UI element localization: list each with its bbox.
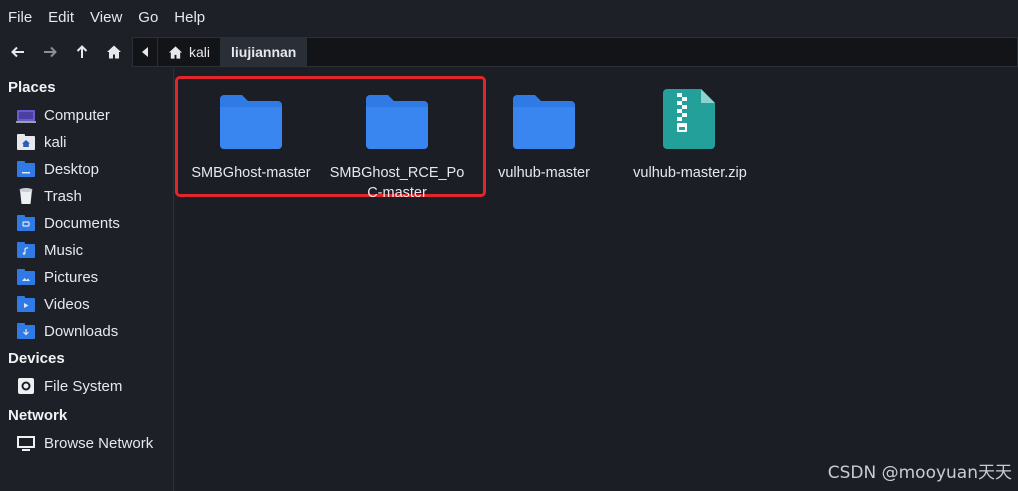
sidebar-item-label: Trash bbox=[44, 187, 82, 205]
videos-folder-icon bbox=[16, 294, 36, 314]
menu-file[interactable]: File bbox=[0, 0, 40, 36]
menu-bar: File Edit View Go Help bbox=[0, 0, 1018, 36]
home-icon bbox=[107, 45, 121, 59]
sidebar-item-file-system[interactable]: File System bbox=[16, 374, 122, 398]
file-item-vulhub-master[interactable]: vulhub-master bbox=[468, 85, 620, 183]
sidebar-item-kali[interactable]: kali bbox=[16, 130, 67, 154]
home-folder-icon bbox=[16, 132, 36, 152]
computer-icon bbox=[16, 105, 36, 125]
sidebar-item-label: File System bbox=[44, 377, 123, 395]
watermark: CSDN @mooyuan天天 bbox=[827, 463, 1012, 483]
caret-left-icon bbox=[142, 47, 148, 57]
breadcrumb-home-label: kali bbox=[189, 44, 211, 60]
menu-edit[interactable]: Edit bbox=[40, 0, 82, 36]
sidebar-item-label: kali bbox=[44, 133, 67, 151]
zip-archive-icon bbox=[614, 85, 766, 149]
sidebar-item-label: Downloads bbox=[44, 322, 119, 340]
menu-go[interactable]: Go bbox=[130, 0, 166, 36]
sidebar-item-trash[interactable]: Trash bbox=[16, 184, 82, 208]
devices-heading: Devices bbox=[8, 350, 65, 367]
sidebar-item-desktop[interactable]: Desktop bbox=[16, 157, 99, 181]
music-folder-icon bbox=[16, 240, 36, 260]
folder-icon bbox=[468, 85, 620, 149]
sidebar-item-downloads[interactable]: Downloads bbox=[16, 319, 118, 343]
path-bar: kali liujiannan bbox=[132, 37, 1018, 67]
sidebar-item-label: Computer bbox=[44, 106, 110, 124]
file-item-smbghost-master[interactable]: SMBGhost-master bbox=[175, 85, 327, 183]
sidebar-item-label: Pictures bbox=[44, 268, 99, 286]
places-heading: Places bbox=[8, 79, 56, 96]
trash-icon bbox=[16, 186, 36, 206]
network-icon bbox=[16, 433, 36, 453]
breadcrumb-current[interactable]: liujiannan bbox=[221, 38, 308, 66]
sidebar-item-label: Desktop bbox=[44, 160, 100, 178]
sidebar-item-label: Videos bbox=[44, 295, 90, 313]
file-name: SMBGhost-master bbox=[191, 165, 311, 181]
arrow-up-icon bbox=[76, 45, 88, 58]
folder-icon bbox=[321, 85, 473, 149]
desktop-folder-icon bbox=[16, 159, 36, 179]
menu-help[interactable]: Help bbox=[166, 0, 213, 36]
downloads-folder-icon bbox=[16, 321, 36, 341]
sidebar-item-browse-network[interactable]: Browse Network bbox=[16, 431, 153, 455]
up-button[interactable] bbox=[66, 36, 98, 68]
file-view: SMBGhost-master SMBGhost_RCE_PoC-master … bbox=[175, 68, 1018, 491]
file-name: vulhub-master bbox=[498, 165, 590, 181]
forward-button[interactable] bbox=[34, 36, 66, 68]
menu-view[interactable]: View bbox=[82, 0, 130, 36]
network-heading: Network bbox=[8, 407, 68, 424]
breadcrumb-home[interactable]: kali bbox=[158, 38, 222, 66]
documents-folder-icon bbox=[16, 213, 36, 233]
sidebar-item-pictures[interactable]: Pictures bbox=[16, 265, 98, 289]
sidebar-item-music[interactable]: Music bbox=[16, 238, 83, 262]
file-name: vulhub-master.zip bbox=[633, 165, 747, 181]
sidebar-item-label: Documents bbox=[44, 214, 120, 232]
sidebar-item-label: Browse Network bbox=[44, 434, 154, 452]
drive-icon bbox=[16, 376, 36, 396]
sidebar: Places Computer kali Desktop Trash Docum… bbox=[0, 68, 174, 491]
path-scroll-left-button[interactable] bbox=[133, 38, 158, 66]
file-item-smbghost-rce-poc-master[interactable]: SMBGhost_RCE_PoC-master bbox=[321, 85, 473, 203]
folder-icon bbox=[175, 85, 327, 149]
sidebar-item-documents[interactable]: Documents bbox=[16, 211, 120, 235]
sidebar-item-videos[interactable]: Videos bbox=[16, 292, 90, 316]
home-button[interactable] bbox=[98, 36, 130, 68]
sidebar-item-label: Music bbox=[44, 241, 84, 259]
home-icon bbox=[168, 45, 183, 59]
sidebar-item-computer[interactable]: Computer bbox=[16, 103, 110, 127]
file-item-vulhub-master-zip[interactable]: vulhub-master.zip bbox=[614, 85, 766, 183]
pictures-folder-icon bbox=[16, 267, 36, 287]
arrow-left-icon bbox=[11, 46, 24, 58]
breadcrumb-current-label: liujiannan bbox=[231, 44, 297, 60]
file-name: SMBGhost_RCE_PoC-master bbox=[329, 165, 465, 201]
arrow-right-icon bbox=[44, 46, 57, 58]
back-button[interactable] bbox=[2, 36, 34, 68]
